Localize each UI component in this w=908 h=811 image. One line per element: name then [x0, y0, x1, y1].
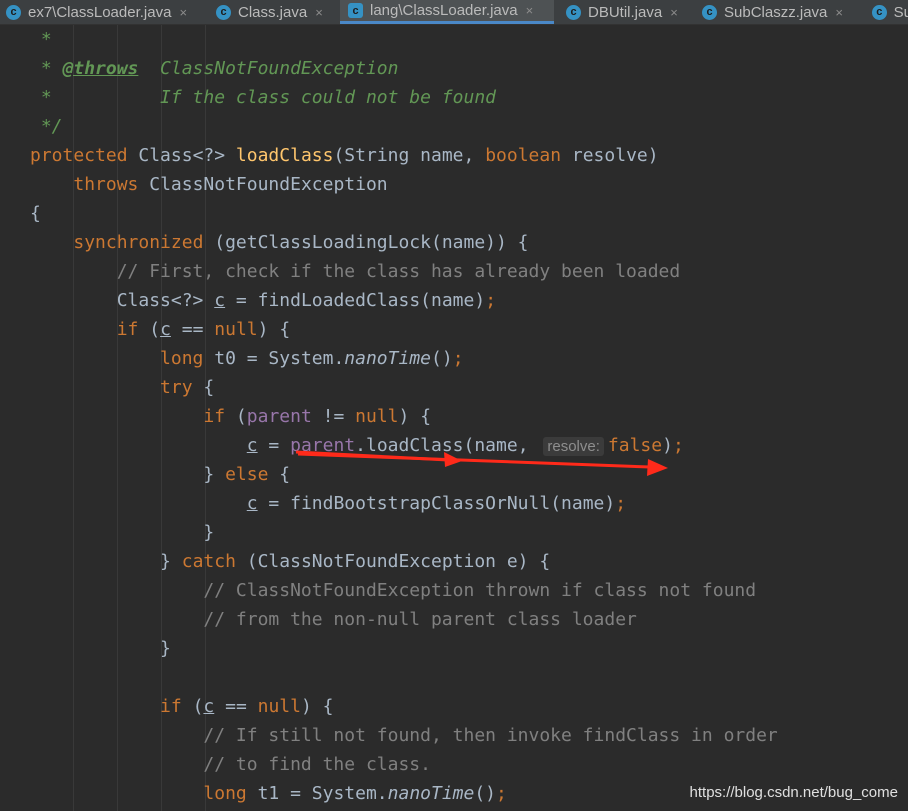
red-arrow-long — [297, 452, 668, 476]
watermark: https://blog.csdn.net/bug_come — [689, 784, 898, 801]
annotation-arrows — [295, 450, 668, 476]
